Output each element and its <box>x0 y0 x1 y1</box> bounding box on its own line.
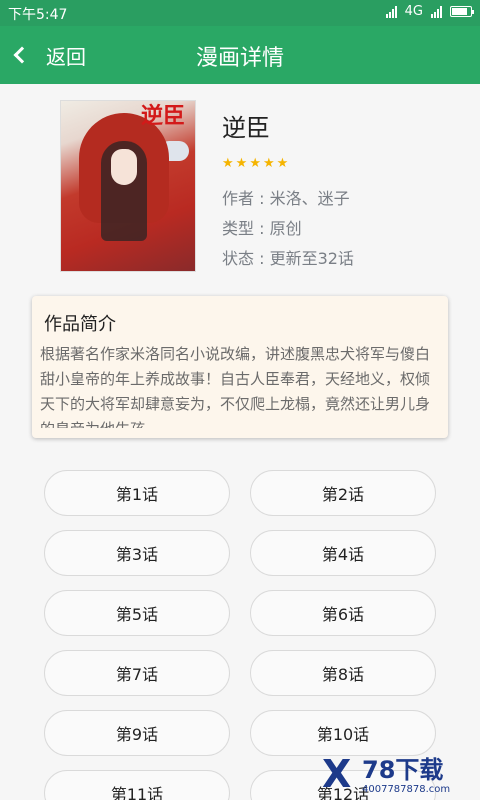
chapter-button[interactable]: 第6话 <box>250 590 436 636</box>
chapter-button[interactable]: 第7话 <box>44 650 230 696</box>
star-icon: ★ <box>276 156 289 171</box>
cover-image[interactable]: 逆臣 <box>60 100 196 272</box>
genre-text: 类型 : 原创 <box>222 219 302 238</box>
cover-face <box>111 149 137 185</box>
chapter-button[interactable]: 第8话 <box>250 650 436 696</box>
star-icon: ★ <box>249 156 261 171</box>
book-title: 逆臣 <box>222 114 270 142</box>
chapter-button[interactable]: 第2话 <box>250 470 436 516</box>
star-icon: ★ <box>235 156 248 171</box>
author-text: 作者 : 米洛、迷子 <box>222 189 350 208</box>
status-bar: 下午5:47 4G <box>0 0 480 26</box>
watermark-x-icon: X <box>322 752 352 796</box>
watermark-brand: 78下载 <box>362 756 444 784</box>
chapter-button[interactable]: 第9话 <box>44 710 230 756</box>
watermark-logo: X 78下载 4007787878.com <box>318 752 480 800</box>
chapter-button[interactable]: 第11话 <box>44 770 230 800</box>
book-info: 逆臣 ★ ★ ★ ★ ★ 作者 : 米洛、迷子 类型 : 原创 状态 : 更新至… <box>222 108 354 274</box>
status-text: 状态 : 更新至32话 <box>222 249 354 268</box>
chapter-button[interactable]: 第4话 <box>250 530 436 576</box>
star-icon: ★ <box>262 156 275 171</box>
chapter-button[interactable]: 第10话 <box>250 710 436 756</box>
chapter-button[interactable]: 第1话 <box>44 470 230 516</box>
star-icon: ★ <box>222 156 234 171</box>
chapter-button[interactable]: 第3话 <box>44 530 230 576</box>
signal-icon <box>385 5 397 18</box>
cover-title-logo: 逆臣 <box>140 103 185 129</box>
status-icons: 4G <box>385 4 474 19</box>
battery-icon <box>450 6 474 17</box>
nav-bar: 返回 漫画详情 <box>0 26 480 84</box>
intro-text: 根据著名作家米洛同名小说改编，讲述腹黑忠犬将军与傻白甜小皇帝的年上养成故事！自古… <box>40 345 431 428</box>
signal-icon-2 <box>431 5 442 18</box>
network-label: 4G <box>404 4 423 19</box>
watermark-url: 4007787878.com <box>362 784 451 795</box>
chapter-button[interactable]: 第5话 <box>44 590 230 636</box>
rating-stars: ★ ★ ★ ★ ★ <box>222 157 354 170</box>
page-title: 漫画详情 <box>195 46 284 71</box>
intro-heading: 作品简介 <box>44 314 116 335</box>
intro-card: 作品简介 根据著名作家米洛同名小说改编，讲述腹黑忠犬将军与傻白甜小皇帝的年上养成… <box>32 296 448 438</box>
status-time: 下午5:47 <box>8 7 68 23</box>
